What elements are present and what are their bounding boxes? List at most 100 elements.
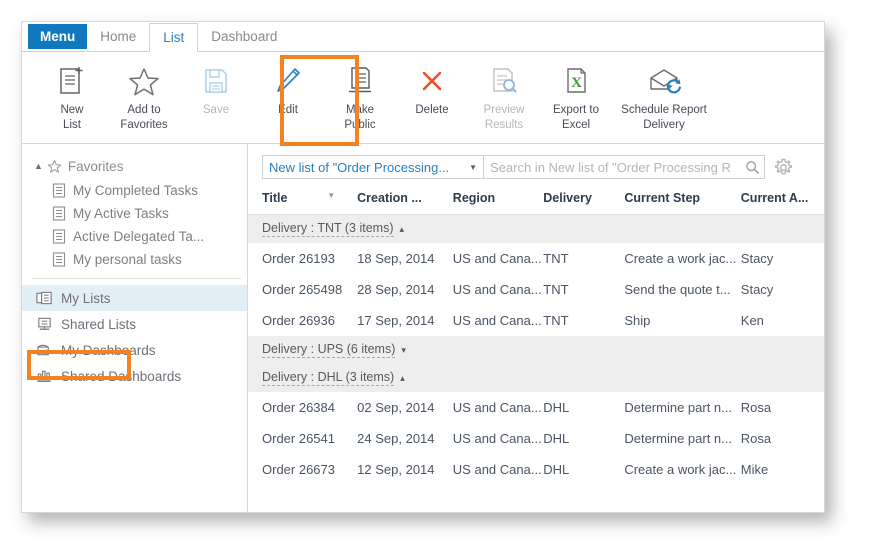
cell-title: Order 26541 [262, 431, 335, 446]
sort-descending-icon: ▼ [327, 191, 336, 200]
preview-results-label-2: Results [484, 119, 524, 131]
column-header-delivery[interactable]: Delivery [543, 187, 625, 215]
group-header-row-ups[interactable]: Delivery : UPS (6 items) ▾ [248, 336, 824, 364]
schedule-report-delivery-button[interactable]: Schedule Report Delivery [612, 52, 716, 132]
tab-menu[interactable]: Menu [28, 24, 88, 49]
settings-gear-button[interactable] [774, 158, 793, 177]
group-header-cell[interactable]: Delivery : DHL (3 items) ▴ [248, 364, 824, 392]
cell-current-step: Determine part n... [624, 431, 732, 446]
group-toggle-icon[interactable]: ▴ [400, 224, 405, 234]
sidebar-item-shared-dashboards[interactable]: Shared Dashboards [22, 363, 247, 389]
tab-dashboard[interactable]: Dashboard [198, 23, 290, 51]
list-selector-value: New list of "Order Processing... [269, 159, 450, 175]
make-public-icon [324, 60, 396, 102]
edit-button[interactable]: Edit [252, 52, 324, 117]
cell-current-step: Create a work jac... [624, 251, 737, 266]
cell-title: Order 26936 [262, 313, 335, 328]
schedule-report-delivery-label-2: Delivery [643, 119, 685, 131]
sidebar-item-my-personal-tasks[interactable]: My personal tasks [22, 248, 247, 271]
sidebar-item-my-dashboards[interactable]: My Dashboards [22, 337, 247, 363]
screenshot-root: Menu Home List Dashboard New List Add to… [0, 0, 873, 560]
cell-current-assignee: Rosa [740, 431, 772, 446]
cell-current-assignee: Ken [740, 313, 764, 328]
preview-icon [468, 60, 540, 102]
sidebar-divider [32, 278, 241, 279]
group-header-row-dhl[interactable]: Delivery : DHL (3 items) ▴ [248, 364, 824, 392]
cell-title: Order 26673 [262, 462, 335, 477]
delete-label: Delete [415, 104, 449, 116]
group-header-label: Delivery : UPS (6 items) [262, 342, 396, 358]
star-icon [108, 60, 180, 102]
sidebar-item-my-active-tasks[interactable]: My Active Tasks [22, 202, 247, 225]
table-row[interactable]: Order 265498 28 Sep, 2014 US and Cana...… [248, 274, 824, 305]
cell-region: US and Cana... [452, 431, 542, 446]
star-icon [47, 159, 62, 174]
cell-delivery: TNT [543, 282, 569, 297]
tab-home[interactable]: Home [87, 23, 149, 51]
search-icon[interactable] [745, 160, 760, 175]
cell-current-assignee: Stacy [740, 251, 774, 266]
export-to-excel-button[interactable]: X Export to Excel [540, 52, 612, 132]
add-to-favorites-button[interactable]: Add to Favorites [108, 52, 180, 132]
sidebar-item-label: My personal tasks [73, 252, 182, 267]
group-header-row-tnt[interactable]: Delivery : TNT (3 items) ▴ [248, 214, 824, 243]
group-header-cell[interactable]: Delivery : UPS (6 items) ▾ [248, 336, 824, 364]
sidebar-item-active-delegated-tasks[interactable]: Active Delegated Ta... [22, 225, 247, 248]
excel-icon: X [540, 60, 612, 102]
list-doc-icon [52, 252, 66, 267]
sidebar-item-shared-lists[interactable]: Shared Lists [22, 311, 247, 337]
make-public-label-1: Make [345, 104, 375, 116]
delete-button[interactable]: Delete [396, 52, 468, 117]
edit-label: Edit [278, 104, 298, 116]
cell-current-step: Send the quote t... [624, 282, 731, 297]
window-body: ▲ Favorites My Completed Tasks My Active… [22, 144, 824, 512]
gear-icon [774, 158, 793, 177]
list-toolbar: New list of "Order Processing... ▼ Searc… [248, 144, 824, 187]
export-to-excel-label-1: Export to [552, 104, 600, 116]
cell-delivery: TNT [543, 313, 569, 328]
table-row[interactable]: Order 26541 24 Sep, 2014 US and Cana... … [248, 423, 824, 454]
group-toggle-icon[interactable]: ▴ [400, 373, 405, 383]
table-row[interactable]: Order 26936 17 Sep, 2014 US and Cana... … [248, 305, 824, 336]
make-public-button[interactable]: Make Public [324, 52, 396, 132]
cell-delivery: TNT [543, 251, 569, 266]
search-input[interactable]: Search in New list of "Order Processing … [484, 155, 765, 179]
column-header-creation[interactable]: Creation ... [357, 187, 453, 215]
table-row[interactable]: Order 26673 12 Sep, 2014 US and Cana... … [248, 454, 824, 485]
chevron-up-icon: ▲ [34, 161, 43, 171]
cell-delivery: DHL [543, 400, 570, 415]
chevron-down-icon: ▼ [469, 162, 477, 172]
ribbon-toolbar: New List Add to Favorites Save Edit Make… [22, 52, 824, 144]
cell-current-assignee: Rosa [740, 400, 772, 415]
cell-region: US and Cana... [452, 400, 542, 415]
table-row[interactable]: Order 26193 18 Sep, 2014 US and Cana... … [248, 243, 824, 274]
cell-current-assignee: Mike [740, 462, 769, 477]
tab-list[interactable]: List [149, 23, 199, 52]
sidebar-favorites-header[interactable]: ▲ Favorites [22, 154, 247, 179]
column-header-current-step[interactable]: Current Step [624, 187, 741, 215]
preview-results-button: Preview Results [468, 52, 540, 132]
list-selector-dropdown[interactable]: New list of "Order Processing... ▼ [262, 155, 484, 179]
svg-text:X: X [571, 75, 582, 91]
column-header-title-label: Title [262, 191, 288, 205]
new-list-icon [36, 60, 108, 102]
column-header-region[interactable]: Region [452, 187, 544, 215]
cell-region: US and Cana... [452, 282, 542, 297]
cell-region: US and Cana... [452, 462, 542, 477]
group-toggle-icon[interactable]: ▾ [401, 345, 406, 355]
new-list-label-1: New [60, 104, 84, 116]
list-pane: New list of "Order Processing... ▼ Searc… [248, 144, 824, 512]
sidebar-item-my-completed-tasks[interactable]: My Completed Tasks [22, 179, 247, 202]
cell-region: US and Cana... [452, 313, 542, 328]
column-header-title[interactable]: Title ▼ [248, 187, 358, 215]
sidebar-item-my-lists[interactable]: My Lists [22, 285, 247, 311]
group-header-label: Delivery : DHL (3 items) [262, 370, 395, 386]
tab-strip: Menu Home List Dashboard [22, 22, 824, 52]
cell-creation: 24 Sep, 2014 [357, 431, 435, 446]
group-header-cell[interactable]: Delivery : TNT (3 items) ▴ [248, 214, 824, 243]
schedule-report-delivery-label-1: Schedule Report [621, 104, 707, 116]
column-header-current-assignee[interactable]: Current A... [740, 187, 824, 215]
table-row[interactable]: Order 26384 02 Sep, 2014 US and Cana... … [248, 392, 824, 423]
new-list-button[interactable]: New List [36, 52, 108, 132]
cell-current-step: Create a work jac... [624, 462, 737, 477]
